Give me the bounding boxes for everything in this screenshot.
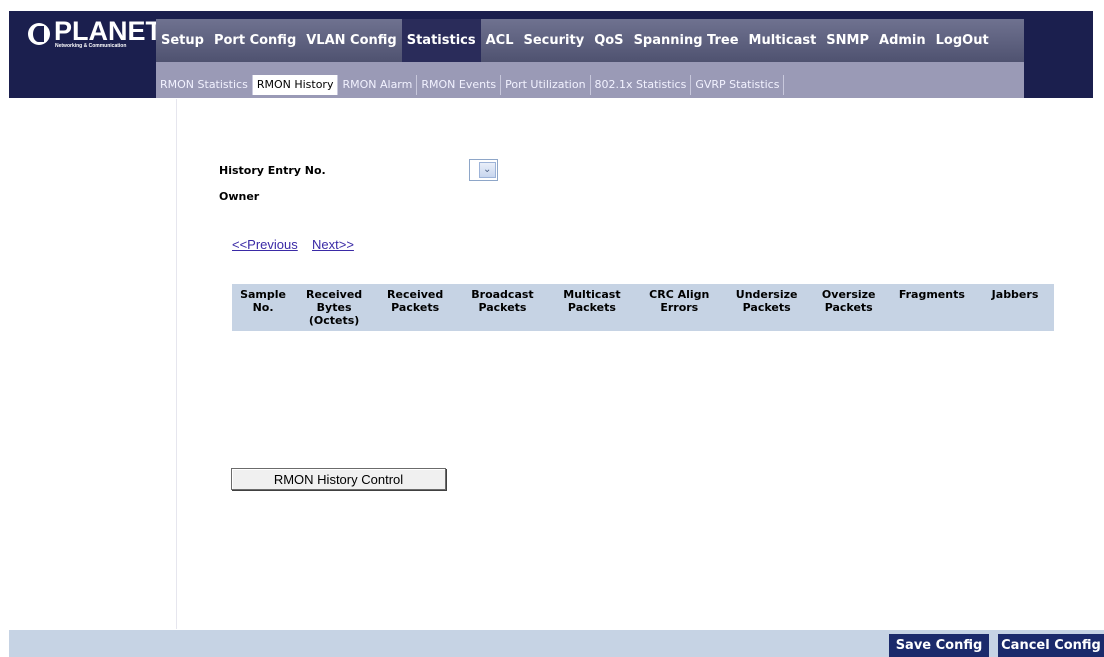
col-sample-no: Sample No. [240,288,286,314]
previous-link[interactable]: <<Previous [232,237,298,252]
col-undersize-packets: Undersize Packets [735,288,798,314]
col-received-bytes: Received Bytes (Octets) [305,288,363,327]
owner-label: Owner [219,190,260,203]
col-crc-align-errors: CRC Align Errors [649,288,710,314]
top-nav: Setup Port Config VLAN Config Statistics… [156,19,1024,62]
col-jabbers: Jabbers [991,288,1039,301]
nav-snmp[interactable]: SNMP [821,19,874,62]
subnav-8021x-statistics[interactable]: 802.1x Statistics [591,75,692,95]
subnav-port-utilization[interactable]: Port Utilization [501,75,591,95]
col-fragments: Fragments [898,288,965,301]
nav-admin[interactable]: Admin [874,19,931,62]
main-divider [176,99,177,629]
nav-qos[interactable]: QoS [589,19,628,62]
history-entry-label: History Entry No. [219,164,326,177]
nav-multicast[interactable]: Multicast [744,19,822,62]
subnav-rmon-alarm[interactable]: RMON Alarm [338,75,418,95]
brand-name: PLANET [54,16,162,46]
header: PLANET Networking & Communication Setup … [0,0,1104,99]
subnav-rmon-events[interactable]: RMON Events [417,75,502,95]
planet-logo-icon [28,23,50,45]
brand-logo: PLANET Networking & Communication [22,13,168,57]
col-received-packets: Received Packets [387,288,444,314]
nav-statistics[interactable]: Statistics [401,19,481,62]
cancel-config-button[interactable]: Cancel Config [998,634,1104,657]
rmon-history-control-button[interactable]: RMON History Control [231,468,446,490]
subnav-rmon-history[interactable]: RMON History [252,75,339,95]
nav-port-config[interactable]: Port Config [209,19,301,62]
table-header-row: Sample No. Received Bytes (Octets) Received… [232,284,1054,331]
nav-spanning-tree[interactable]: Spanning Tree [629,19,744,62]
sub-nav: RMON Statistics RMON History RMON Alarm … [156,62,1024,98]
brand-tagline: Networking & Communication [55,43,127,49]
save-config-button[interactable]: Save Config [889,634,989,657]
dropdown-button[interactable]: ⌄ [479,162,496,178]
subnav-rmon-statistics[interactable]: RMON Statistics [156,75,253,95]
nav-setup[interactable]: Setup [156,19,209,62]
col-broadcast-packets: Broadcast Packets [471,288,534,314]
history-entry-select[interactable]: ⌄ [469,159,498,181]
subnav-gvrp-statistics[interactable]: GVRP Statistics [691,75,785,95]
nav-logout[interactable]: LogOut [931,19,994,62]
chevron-down-icon: ⌄ [483,164,492,175]
history-table: Sample No. Received Bytes (Octets) Received… [232,284,1054,331]
nav-acl[interactable]: ACL [481,19,519,62]
col-multicast-packets: Multicast Packets [563,288,621,314]
nav-vlan-config[interactable]: VLAN Config [301,19,401,62]
nav-security[interactable]: Security [519,19,590,62]
col-oversize-packets: Oversize Packets [821,288,876,314]
next-link[interactable]: Next>> [312,237,354,252]
